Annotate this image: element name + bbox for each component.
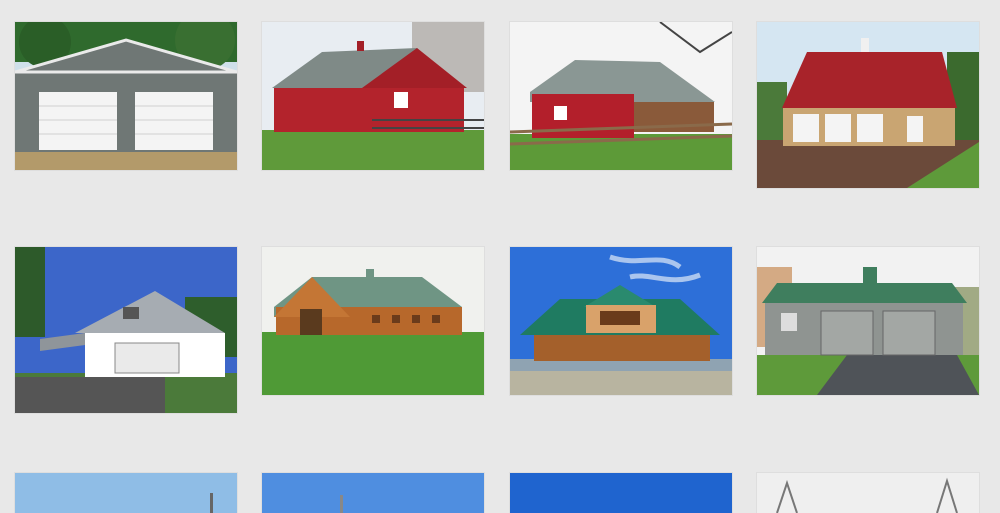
gallery-item-wood-barn-loft[interactable] xyxy=(510,247,732,395)
building-photo xyxy=(262,22,484,170)
building-photo xyxy=(757,247,979,395)
gallery-item-red-barn-wood-fence[interactable] xyxy=(510,22,732,170)
building-photo xyxy=(262,247,484,395)
building-photo xyxy=(510,247,732,395)
gallery-item-wood-horse-barn[interactable] xyxy=(262,247,484,395)
building-photo xyxy=(15,247,237,413)
building-photo xyxy=(15,473,237,513)
building-photo xyxy=(757,473,979,513)
gallery-item-gray-steel-garage[interactable] xyxy=(15,22,237,170)
building-photo xyxy=(510,22,732,170)
gallery-item-partial-2[interactable] xyxy=(262,473,484,513)
gallery-item-gray-garage-green-roof[interactable] xyxy=(757,247,979,395)
building-photo xyxy=(15,22,237,170)
gallery-item-red-barn-fence[interactable] xyxy=(262,22,484,170)
gallery-item-white-garage-carport[interactable] xyxy=(15,247,237,413)
building-photo xyxy=(510,473,732,513)
building-photo xyxy=(757,22,979,188)
building-photo xyxy=(262,473,484,513)
gallery-item-partial-1[interactable] xyxy=(15,473,237,513)
gallery-item-tan-three-car-garage[interactable] xyxy=(757,22,979,188)
gallery-item-partial-4[interactable] xyxy=(757,473,979,513)
gallery-item-partial-3[interactable] xyxy=(510,473,732,513)
